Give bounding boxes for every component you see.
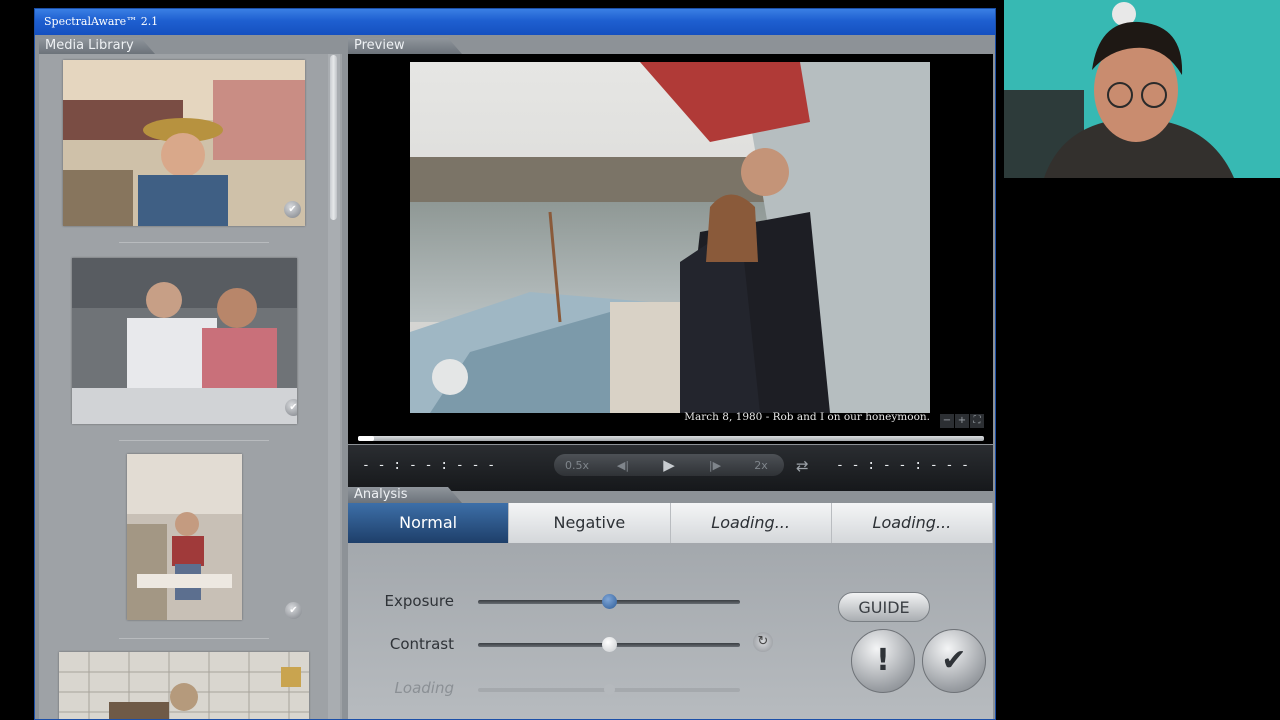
preview-tab[interactable]: Preview	[348, 38, 462, 54]
window-title: SpectralAware™ 2.1	[35, 9, 995, 35]
fullscreen-icon[interactable]: ⛶	[970, 414, 984, 428]
loading-slider	[478, 684, 740, 695]
mode-loading-tab[interactable]: Loading...	[670, 503, 832, 543]
zoom-out-icon[interactable]: −	[940, 414, 954, 428]
media-thumbnail[interactable]: ✔	[72, 258, 297, 424]
mode-negative-tab[interactable]: Negative	[509, 503, 671, 543]
media-library-tab[interactable]: Media Library	[39, 38, 155, 54]
webcam-feed	[1004, 0, 1280, 178]
contrast-slider-knob[interactable]	[602, 637, 617, 652]
webcam-overlay	[1004, 0, 1280, 178]
contrast-label: Contrast	[389, 635, 454, 653]
mode-normal-tab[interactable]: Normal	[348, 503, 510, 543]
zoom-controls: − + ⛶	[940, 414, 984, 428]
exposure-slider-knob[interactable]	[602, 594, 617, 609]
media-library: ✔ ✔ ✔	[39, 54, 342, 719]
step-back-icon[interactable]: ◀|	[600, 459, 646, 472]
exposure-slider[interactable]	[478, 594, 740, 609]
loading-slider-knob	[604, 684, 615, 695]
photo-thumbnail	[72, 258, 297, 424]
alert-button[interactable]: !	[851, 629, 915, 693]
seek-progress	[358, 436, 374, 441]
preview-image[interactable]	[410, 62, 930, 413]
photo-thumbnail	[59, 652, 309, 719]
loop-icon[interactable]: ⇄	[796, 457, 809, 475]
reset-icon[interactable]: ↻	[753, 632, 773, 652]
transport-bar: - - : - - : - - - 0.5x ◀| ▶ |▶ 2x ⇄ - - …	[348, 445, 993, 491]
confirm-button[interactable]: ✔	[922, 629, 986, 693]
guide-button[interactable]: GUIDE	[838, 592, 930, 622]
current-time: - - : - - : - - -	[362, 458, 496, 473]
media-thumbnail[interactable]	[59, 652, 309, 719]
media-thumbnail[interactable]	[127, 454, 242, 620]
exposure-label: Exposure	[384, 592, 454, 610]
zoom-in-icon[interactable]: +	[955, 414, 969, 428]
app-window: SpectralAware™ 2.1 Media Library ✔ ✔ ✔ P…	[34, 8, 996, 720]
seek-bar[interactable]	[358, 436, 984, 441]
divider	[119, 638, 269, 639]
loading-label: Loading	[394, 679, 454, 697]
total-time: - - : - - : - - -	[835, 458, 969, 473]
divider	[119, 440, 269, 441]
step-forward-icon[interactable]: |▶	[692, 459, 738, 472]
check-icon[interactable]: ✔	[285, 399, 297, 416]
check-icon[interactable]: ✔	[284, 201, 301, 218]
fast-speed-button[interactable]: 2x	[738, 459, 784, 472]
image-caption: March 8, 1980 - Rob and I on our honeymo…	[684, 411, 930, 423]
photo-thumbnail	[63, 60, 305, 226]
media-thumbnail[interactable]: ✔	[63, 60, 305, 226]
analysis-tab[interactable]: Analysis	[348, 487, 462, 503]
playback-controls: 0.5x ◀| ▶ |▶ 2x	[554, 454, 784, 476]
mode-tabs: Normal Negative Loading... Loading...	[348, 503, 993, 543]
check-icon[interactable]: ✔	[285, 602, 302, 619]
contrast-slider[interactable]	[478, 637, 740, 652]
library-scroll-thumb[interactable]	[330, 55, 337, 220]
divider	[119, 242, 269, 243]
preview-panel: March 8, 1980 - Rob and I on our honeymo…	[348, 54, 993, 444]
analysis-panel: Normal Negative Loading... Loading... Ex…	[348, 503, 993, 719]
mode-loading-tab[interactable]: Loading...	[831, 503, 993, 543]
play-icon[interactable]: ▶	[646, 456, 692, 474]
slow-speed-button[interactable]: 0.5x	[554, 459, 600, 472]
photo-thumbnail	[127, 454, 242, 620]
